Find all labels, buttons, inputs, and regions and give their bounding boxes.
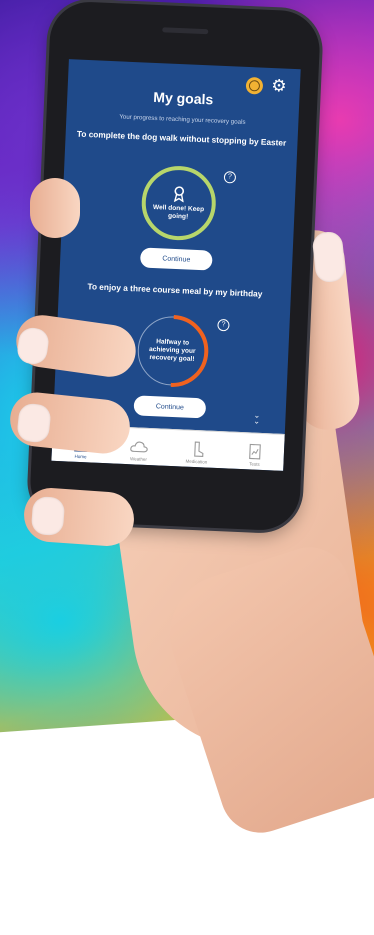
goal-2-description: To enjoy a three course meal by my birth… (87, 281, 263, 299)
gear-icon[interactable]: ⚙ (270, 76, 289, 96)
tab-tests[interactable]: Tests (225, 432, 285, 470)
phone-speaker (162, 27, 209, 35)
hand-index-finger-top (30, 178, 80, 238)
scroll-down-chevron-icon[interactable]: ⌄ ⌄ (253, 411, 260, 426)
page-subtitle: Your progress to reaching your recovery … (119, 113, 246, 126)
goal-2-progress-ring: Halfway to achieving your recovery goal! (134, 312, 211, 389)
tab-weather-label: Weather (129, 456, 148, 462)
goal-1-continue-button[interactable]: Continue (139, 247, 213, 271)
goal-1-description: To complete the dog walk without stoppin… (76, 128, 287, 148)
phone-device: ⚙ My goals Your progress to reaching you… (28, 0, 322, 532)
award-ribbon-icon (173, 185, 185, 202)
avatar-icon-inner (248, 80, 261, 92)
tab-medication-label: Medication (185, 458, 208, 465)
avatar-icon[interactable] (245, 76, 264, 95)
goal-1-status: Well done! Keep going! (152, 203, 205, 221)
thumbnail (311, 230, 347, 284)
goal-1-help-icon[interactable]: ? (223, 171, 237, 184)
goal-2-help-icon[interactable]: ? (217, 318, 230, 332)
tab-tests-label: Tests (249, 461, 260, 467)
inhaler-icon (194, 441, 204, 457)
fingernail-3 (30, 495, 66, 537)
goal-1-progress-ring: Well done! Keep going! (140, 164, 218, 242)
cloud-icon (130, 441, 148, 453)
goal-2-continue-button[interactable]: Continue (133, 395, 207, 419)
tab-medication[interactable]: Medication (167, 430, 227, 468)
chart-document-icon (249, 443, 261, 460)
tab-home-label: Home (74, 453, 87, 460)
goal-2-status: Halfway to achieving your recovery goal! (148, 338, 196, 363)
